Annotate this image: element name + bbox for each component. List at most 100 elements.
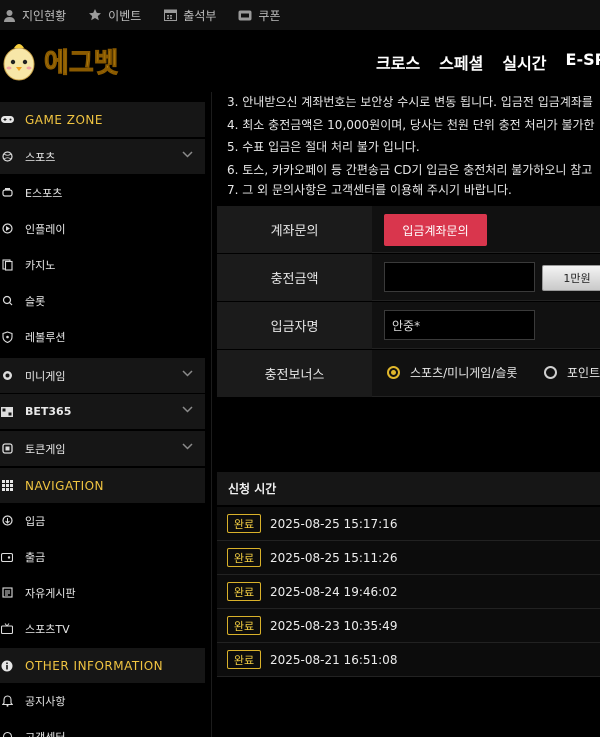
nav-live[interactable]: 실시간: [502, 50, 546, 74]
sidebar-item-slot[interactable]: 슬롯: [0, 283, 205, 318]
history-time: 2025-08-21 16:51:08: [270, 652, 398, 667]
notice-line: 3. 안내받으신 계좌번호는 보안상 수시로 변동 됩니다. 입금전 입금계좌를: [227, 95, 593, 109]
sidebar-item-label: 미니게임: [25, 369, 66, 383]
history-row[interactable]: 완료 2025-08-23 10:35:49: [217, 609, 600, 643]
history-time: 2025-08-23 10:35:49: [270, 618, 398, 633]
person-icon: [2, 8, 16, 22]
sidebar-item-evolution[interactable]: 레볼루션: [0, 319, 205, 354]
form-row-bonus: 충전보너스 스포츠/미니게임/슬롯 포인트: [217, 350, 600, 397]
withdraw-icon: [0, 552, 14, 562]
history-row[interactable]: 완료 2025-08-21 16:51:08: [217, 643, 600, 677]
history-time: 2025-08-24 19:46:02: [270, 584, 398, 599]
sidebar-item-sports[interactable]: 스포츠: [0, 139, 205, 174]
topbar-label: 이벤트: [108, 8, 142, 23]
sidebar-item-bet365[interactable]: BET365: [0, 394, 205, 429]
cards-icon: [0, 258, 14, 271]
grid-icon: [0, 480, 14, 491]
topbar-label: 출석부: [183, 8, 217, 23]
sidebar-section-label: OTHER INFORMATION: [25, 658, 164, 673]
sidebar-item-free-board[interactable]: 자유게시판: [0, 575, 205, 610]
inplay-icon: [0, 223, 14, 234]
sidebar-item-minigame[interactable]: 미니게임: [0, 358, 205, 393]
minigame-icon: [0, 370, 14, 381]
sidebar-item-token-game[interactable]: 토큰게임: [0, 431, 205, 466]
star-icon: [88, 8, 102, 22]
topbar-event-link[interactable]: 이벤트: [88, 7, 141, 24]
chevron-down-icon: [182, 406, 193, 413]
sidebar-item-notice[interactable]: 공지사항: [0, 683, 205, 718]
site-logo[interactable]: 에그벳: [0, 38, 119, 82]
sidebar-item-casino[interactable]: 카지노: [0, 247, 205, 282]
esports-icon: [0, 187, 14, 198]
ball-icon: [0, 151, 14, 162]
sidebar-item-label: 카지노: [25, 258, 56, 272]
account-label: 계좌문의: [217, 206, 372, 253]
form-row-depositor: 입금자명: [217, 302, 600, 349]
account-inquiry-button[interactable]: 입금계좌문의: [384, 214, 487, 246]
bonus-option-sports[interactable]: 스포츠/미니게임/슬롯: [387, 364, 517, 381]
sidebar-item-inplay[interactable]: 인플레이: [0, 211, 205, 246]
amount-label: 충전금액: [217, 254, 372, 301]
notice-line: 4. 최소 충전금액은 10,000원이며, 당사는 천원 단위 충전 처리가 …: [227, 118, 595, 132]
chick-mascot-icon: [3, 44, 35, 81]
sidebar-item-withdraw[interactable]: 출금: [0, 539, 205, 574]
status-badge: 완료: [227, 616, 261, 635]
bell-icon: [0, 694, 14, 707]
sidebar-item-label: 입금: [25, 514, 46, 528]
status-badge: 완료: [227, 514, 261, 533]
notice-line: 5. 수표 입금은 절대 처리 불가 입니다.: [227, 140, 420, 154]
logo-text: 에그벳: [44, 47, 120, 79]
radio-selected: [387, 366, 400, 379]
sidebar-item-support[interactable]: 고객센터: [0, 719, 205, 737]
nav-special[interactable]: 스페셜: [439, 50, 483, 74]
topbar-attendance-link[interactable]: 출석부: [163, 7, 216, 24]
token-icon: [0, 443, 14, 454]
sidebar-section-game-zone: GAME ZONE: [0, 102, 205, 137]
nav-cross[interactable]: 크로스: [376, 50, 420, 74]
wallet-icon: [0, 515, 14, 526]
status-badge: 완료: [227, 548, 261, 567]
history-row[interactable]: 완료 2025-08-24 19:46:02: [217, 575, 600, 609]
bet365-icon: [0, 406, 14, 417]
board-icon: [0, 587, 14, 598]
sidebar-item-esports[interactable]: E스포츠: [0, 175, 205, 210]
slot-icon: [0, 295, 14, 306]
bonus-label: 충전보너스: [217, 350, 372, 397]
top-utility-bar: 지인현황 이벤트 출석부 쿠폰: [0, 0, 600, 30]
shield-icon: [0, 330, 14, 343]
sidebar-item-label: 출금: [25, 550, 46, 564]
sidebar-section-navigation: NAVIGATION: [0, 468, 205, 503]
headset-icon: [0, 731, 14, 737]
bonus-option-point[interactable]: 포인트: [544, 364, 600, 381]
depositor-label: 입금자명: [217, 302, 372, 349]
depositor-name-input[interactable]: [384, 310, 535, 340]
sidebar-item-sports-tv[interactable]: 스포츠TV: [0, 611, 205, 646]
sidebar-item-label: 공지사항: [25, 694, 66, 708]
amount-input[interactable]: [384, 262, 535, 292]
history-row[interactable]: 완료 2025-08-25 15:11:26: [217, 541, 600, 575]
notice-line: 7. 그 외 문의사항은 고객센터를 이용해 주시기 바랍니다.: [227, 183, 512, 197]
sidebar-item-label: BET365: [25, 405, 72, 418]
topbar-coupon-link[interactable]: 쿠폰: [238, 7, 281, 24]
history-time: 2025-08-25 15:11:26: [270, 550, 398, 565]
topbar-referral-link[interactable]: 지인현황: [2, 7, 66, 24]
form-row-account: 계좌문의 입금계좌문의: [217, 206, 600, 253]
sidebar-item-deposit[interactable]: 입금: [0, 503, 205, 538]
status-badge: 완료: [227, 650, 261, 669]
radio-unselected: [544, 366, 557, 379]
site-header: 에그벳 크로스 스페셜 실시간 E-SPO: [0, 30, 600, 92]
nav-esports[interactable]: E-SPO: [566, 50, 600, 74]
history-header: 신청 시간: [217, 472, 600, 505]
sidebar-section-label: NAVIGATION: [25, 478, 105, 493]
info-icon: [0, 660, 14, 672]
history-row[interactable]: 완료 2025-08-25 15:17:16: [217, 507, 600, 541]
sidebar-item-label: 토큰게임: [25, 442, 66, 456]
sidebar: GAME ZONE 스포츠 E스포츠 인플레이 카지노 슬롯 레볼루션 미니게임…: [0, 92, 212, 737]
add-10000-button[interactable]: 1만원: [542, 265, 600, 291]
coupon-icon: [238, 8, 252, 22]
sidebar-item-label: 스포츠TV: [25, 622, 70, 636]
bonus-option-label: 스포츠/미니게임/슬롯: [410, 366, 518, 380]
deposit-content: 3. 안내받으신 계좌번호는 보안상 수시로 변동 됩니다. 입금전 입금계좌를…: [217, 92, 600, 737]
sidebar-item-label: 고객센터: [25, 730, 66, 737]
status-badge: 완료: [227, 582, 261, 601]
